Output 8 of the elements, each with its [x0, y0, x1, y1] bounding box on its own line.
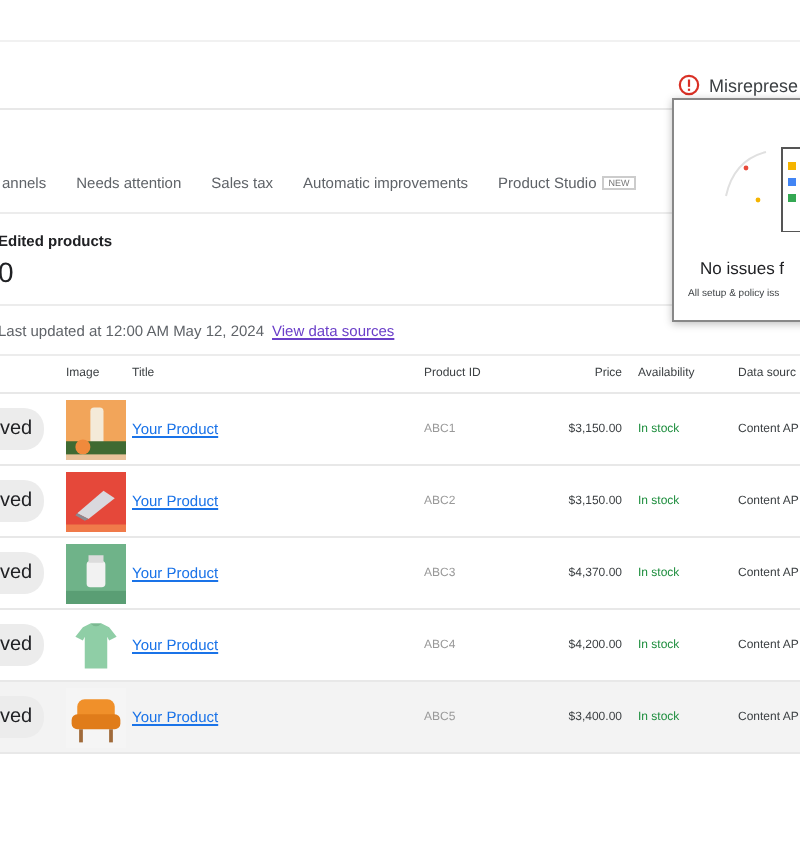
alert-text: Misreprese: [708, 75, 798, 95]
status-chip: ved: [0, 408, 45, 450]
error-icon: [678, 74, 701, 96]
status-chip: ved: [0, 552, 45, 594]
status-chip: ved: [0, 480, 45, 522]
status-chip: ved: [0, 696, 45, 738]
popover-title: No issues f: [700, 258, 785, 278]
status-chip: ved: [0, 624, 45, 666]
